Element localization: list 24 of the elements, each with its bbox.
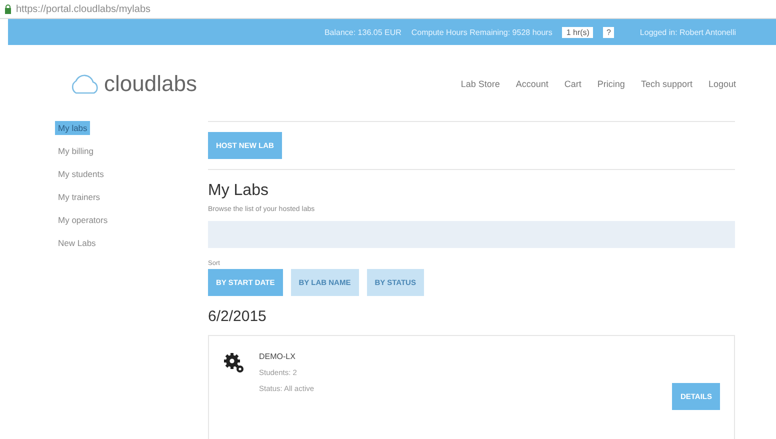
logo-text[interactable]: cloudlabs xyxy=(104,71,197,97)
nav-link[interactable]: Pricing xyxy=(597,79,625,89)
lab-name: DEMO-LX xyxy=(259,352,296,361)
nav-link[interactable]: Account xyxy=(516,79,548,89)
gears-icon xyxy=(223,352,245,374)
lock-icon xyxy=(4,4,12,14)
sidebar-item[interactable]: My operators xyxy=(55,213,111,227)
sidebar-item[interactable]: My trainers xyxy=(55,190,104,204)
sidebar-item[interactable]: My students xyxy=(55,167,107,181)
nav-link[interactable]: Logout xyxy=(708,79,736,89)
sidebar-item[interactable]: My billing xyxy=(55,144,96,158)
hours-text: Compute Hours Remaining: 9528 hours xyxy=(411,28,552,36)
page-heading: My Labs xyxy=(208,182,270,200)
help-button[interactable]: ? xyxy=(603,26,614,38)
nav-link[interactable]: Cart xyxy=(564,79,582,89)
user-text: Logged in: Robert Antonelli xyxy=(640,28,736,36)
sidebar-item[interactable]: New Labs xyxy=(55,236,99,250)
sidebar-item[interactable]: My labs xyxy=(55,121,90,135)
url-text[interactable]: https://portal.cloudlabs/mylabs xyxy=(16,4,151,14)
nav-link[interactable]: Tech support xyxy=(640,79,692,89)
date-heading: 6/2/2015 xyxy=(208,308,268,325)
balance-text: Balance: 136.05 EUR xyxy=(324,28,402,36)
hours-input[interactable]: 1 hr(s) xyxy=(562,26,594,38)
nav-link[interactable]: Lab Store xyxy=(460,79,500,89)
